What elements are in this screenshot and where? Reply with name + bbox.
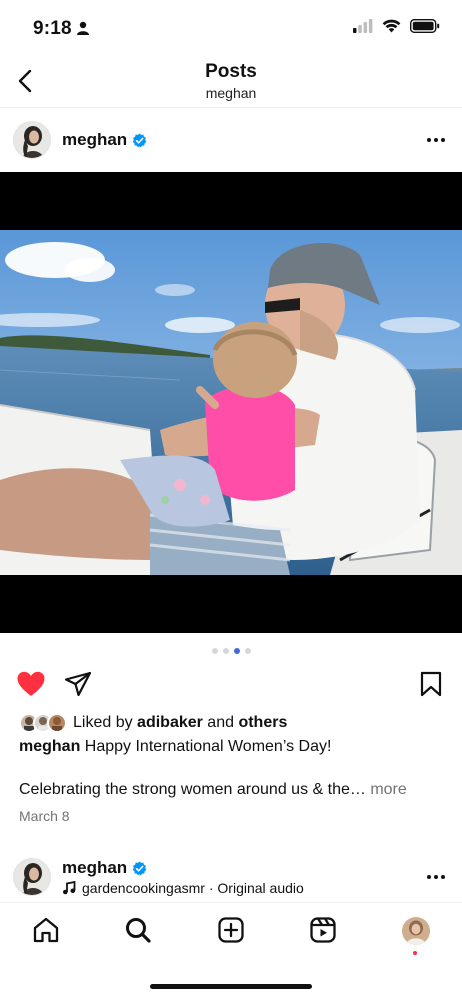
next-post-username[interactable]: meghan xyxy=(62,858,127,878)
next-post-more-button[interactable] xyxy=(422,867,450,887)
person-icon xyxy=(77,21,89,35)
liked-by-row[interactable]: Liked by adibaker and others xyxy=(19,712,287,734)
caption-username[interactable]: meghan xyxy=(19,738,80,755)
liked-by-others-link[interactable]: others xyxy=(238,714,287,731)
carousel-dot-active xyxy=(233,648,240,654)
carousel-dot xyxy=(244,648,251,654)
home-icon xyxy=(33,917,59,943)
profile-notification-dot xyxy=(413,951,417,955)
verified-badge-icon xyxy=(132,861,147,876)
audio-attribution[interactable]: gardencookingasmr · Original audio xyxy=(62,880,304,896)
like-heart-icon[interactable] xyxy=(17,671,45,697)
post-header: meghan xyxy=(0,110,462,172)
caption-text: Happy International Women’s Day! xyxy=(80,738,332,755)
liked-by-prefix: Liked by xyxy=(73,714,138,731)
wifi-icon xyxy=(382,19,401,33)
liked-by-text: Liked by adibaker and others xyxy=(73,714,287,732)
more-dot xyxy=(427,875,431,879)
status-time: 9:18 xyxy=(33,18,72,39)
battery-icon xyxy=(410,19,440,33)
post-photo-illustration xyxy=(0,230,462,575)
caption-body: Celebrating the strong women around us &… xyxy=(19,781,449,799)
create-post-icon xyxy=(218,917,244,943)
nav-create[interactable] xyxy=(216,915,246,945)
more-options-button[interactable] xyxy=(422,130,450,150)
carousel-indicator xyxy=(0,648,462,654)
caption-more-link[interactable]: more xyxy=(370,781,406,798)
audio-track-name: gardencookingasmr xyxy=(82,880,205,896)
more-dot xyxy=(427,138,431,142)
status-indicators xyxy=(353,19,440,33)
carousel-dot xyxy=(211,648,218,654)
liker-avatar xyxy=(47,713,67,733)
post-caption: meghan Happy International Women’s Day! xyxy=(19,738,331,756)
reels-icon xyxy=(310,917,336,943)
posts-header: Posts meghan xyxy=(0,56,462,108)
audio-text: gardencookingasmr · Original audio xyxy=(82,880,304,896)
page-subtitle: meghan xyxy=(205,85,257,101)
post-actions xyxy=(0,666,462,704)
next-post-author-avatar[interactable] xyxy=(13,858,51,896)
music-note-icon xyxy=(63,881,76,895)
status-bar: 9:18 xyxy=(0,0,462,56)
page-title: Posts xyxy=(205,61,257,82)
carousel-dot xyxy=(222,648,229,654)
search-icon xyxy=(126,918,151,943)
share-send-icon[interactable] xyxy=(64,671,92,697)
more-dot xyxy=(434,138,438,142)
post-author-avatar[interactable] xyxy=(13,121,51,159)
home-indicator xyxy=(150,984,312,989)
post-photo xyxy=(0,230,462,575)
more-dot xyxy=(434,875,438,879)
post-author-username[interactable]: meghan xyxy=(62,130,127,150)
liked-by-avatars xyxy=(19,712,73,734)
nav-home[interactable] xyxy=(31,915,61,945)
bookmark-icon[interactable] xyxy=(420,671,442,697)
nav-profile-avatar[interactable] xyxy=(402,917,430,945)
caption-body-text: Celebrating the strong women around us &… xyxy=(19,781,371,798)
cellular-signal-icon xyxy=(353,19,373,33)
more-dot xyxy=(441,138,445,142)
nav-search[interactable] xyxy=(123,915,153,945)
post-media[interactable] xyxy=(0,172,462,633)
audio-separator: · xyxy=(204,880,218,896)
nav-reels[interactable] xyxy=(308,915,338,945)
post-date: March 8 xyxy=(19,808,70,824)
liked-by-user-link[interactable]: adibaker xyxy=(137,714,203,731)
liked-by-and: and xyxy=(202,714,239,731)
verified-badge-icon xyxy=(132,133,147,148)
more-dot xyxy=(441,875,445,879)
audio-label: Original audio xyxy=(217,880,304,896)
